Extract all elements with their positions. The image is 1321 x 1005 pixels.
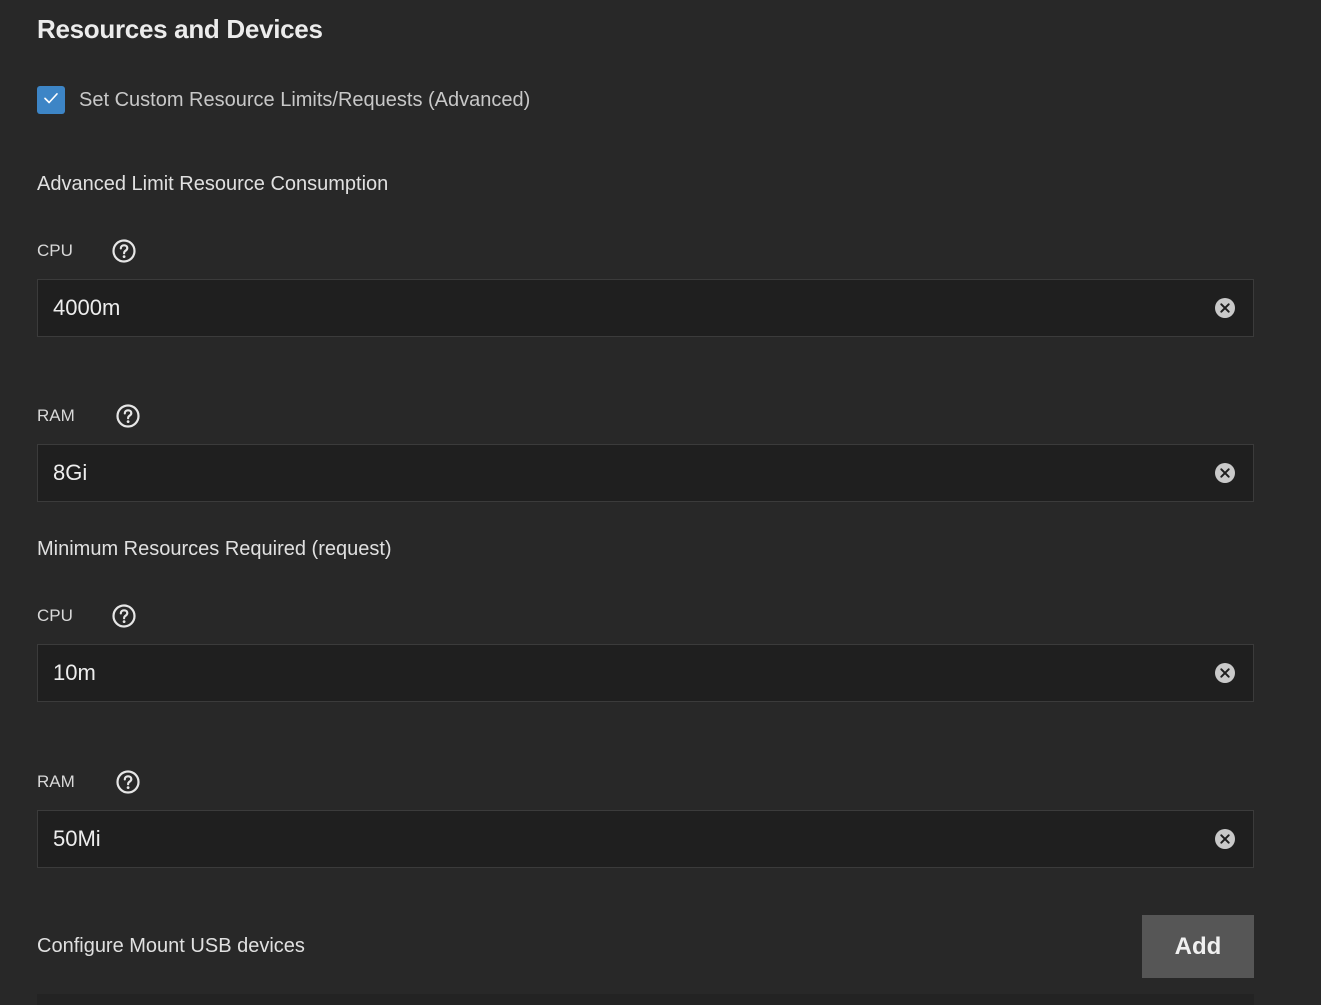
help-circle-icon[interactable] [115,403,141,429]
requests-ram-label: RAM [37,772,75,791]
requests-ram-input-box [37,810,1254,868]
clear-circle-icon[interactable] [1214,462,1236,484]
add-usb-device-button[interactable]: Add [1142,915,1254,978]
limits-ram-label-row: RAM [37,403,141,429]
requests-cpu-label-row: CPU [37,603,137,629]
resources-and-devices-panel: Resources and Devices Set Custom Resourc… [0,0,1321,1005]
clear-circle-icon[interactable] [1214,297,1236,319]
requests-cpu-label: CPU [37,606,73,625]
clear-circle-icon[interactable] [1214,828,1236,850]
usb-devices-label: Configure Mount USB devices [37,935,305,957]
limits-cpu-label: CPU [37,241,73,260]
section-title: Resources and Devices [37,14,323,44]
limits-cpu-input-box [37,279,1254,337]
limits-cpu-input[interactable] [38,280,1214,336]
requests-cpu-input-box [37,644,1254,702]
check-icon [42,89,60,112]
requests-ram-input[interactable] [38,811,1214,867]
limits-cpu-label-row: CPU [37,238,137,264]
limits-ram-label: RAM [37,406,75,425]
custom-limits-checkbox[interactable] [37,86,65,114]
custom-limits-label: Set Custom Resource Limits/Requests (Adv… [79,88,531,111]
limits-ram-input-box [37,444,1254,502]
help-circle-icon[interactable] [111,238,137,264]
help-circle-icon[interactable] [115,769,141,795]
requests-heading: Minimum Resources Required (request) [37,538,392,560]
usb-devices-list-edge [37,994,1254,1005]
requests-cpu-input[interactable] [38,645,1214,701]
clear-circle-icon[interactable] [1214,662,1236,684]
limits-heading: Advanced Limit Resource Consumption [37,173,389,195]
requests-ram-label-row: RAM [37,769,141,795]
help-circle-icon[interactable] [111,603,137,629]
limits-ram-input[interactable] [38,445,1214,501]
custom-limits-checkbox-row[interactable]: Set Custom Resource Limits/Requests (Adv… [37,86,530,114]
